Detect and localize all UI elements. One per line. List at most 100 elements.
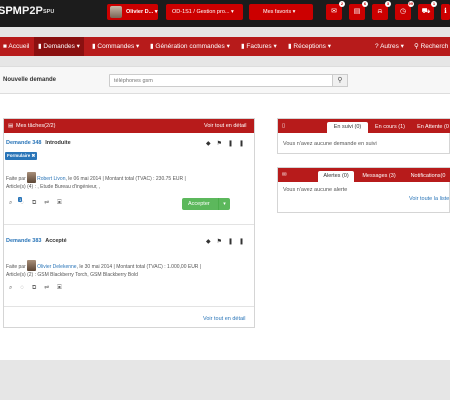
top-bar: SPM P2P SPU Olivier D... ▾ OD-1S1 / Gest… xyxy=(0,0,450,27)
flag-icon[interactable]: ⚑ xyxy=(217,141,228,147)
user-name: Olivier D... xyxy=(126,9,154,15)
document-icon: ▮ xyxy=(92,43,96,50)
divider xyxy=(4,306,254,307)
search-button[interactable]: ⚲ xyxy=(332,74,348,87)
notifications-badge: 3 xyxy=(385,1,391,7)
tasks-see-all-link[interactable]: Voir tout en détail xyxy=(204,123,247,129)
favorites-button[interactable]: Mes favoris ▾ xyxy=(249,4,313,20)
list-icon: ▤ xyxy=(353,8,361,15)
tasks-panel-header: ▤ Mes tâches(2/2) Voir tout en détail xyxy=(4,119,254,133)
org-selector-button[interactable]: OD-1S1 / Gestion pro... ▾ xyxy=(166,4,243,20)
history-button[interactable]: ◷ 99 xyxy=(395,1,414,20)
avatar xyxy=(110,6,122,18)
document-icon: ▮ xyxy=(38,43,42,50)
info-button[interactable]: ℹ xyxy=(441,4,450,20)
task-meta: , le 30 mai 2014 | Montant total (TVAC) … xyxy=(76,264,202,270)
task-articles: Article(s) (4) : , Etude Bureau d'ingéni… xyxy=(6,184,101,190)
transfer-icon[interactable]: ⇄ xyxy=(44,285,57,291)
search-icon: ⚲ xyxy=(337,77,343,84)
envelope-icon: ✉ xyxy=(282,172,287,178)
pause-icon[interactable]: ❚❚ xyxy=(228,239,250,245)
cart-icon: ⛟ xyxy=(421,8,431,15)
task-tools: ⌕◌⧉⇄▣ xyxy=(9,285,70,292)
nav-factures[interactable]: ▮ Factures ▾ xyxy=(241,37,277,56)
favorites-label: Mes favoris xyxy=(263,9,292,15)
form-tag[interactable]: Formulaire ✖ xyxy=(5,152,38,160)
author-link[interactable]: Robert Livon xyxy=(37,176,65,182)
tasks-panel: ▤ Mes tâches(2/2) Voir tout en détail xyxy=(3,118,255,328)
cart-button[interactable]: ⛟ 1 xyxy=(418,1,437,20)
transfer-icon[interactable]: ⇄ xyxy=(44,200,57,206)
search-icon: ⚲ xyxy=(414,43,419,50)
task-id-link[interactable]: Demande 348 xyxy=(6,140,41,146)
tab-en-suivi[interactable]: En suivi (0) xyxy=(327,122,368,133)
logo-spm[interactable]: SPM xyxy=(0,5,22,17)
document-icon: ▮ xyxy=(241,43,245,50)
tag-icon[interactable]: ◆ xyxy=(206,239,217,245)
accept-label: Accepter xyxy=(188,201,210,207)
comment-icon[interactable]: ◌ xyxy=(20,200,32,206)
copy-icon[interactable]: ⧉ xyxy=(32,285,44,291)
author-avatar xyxy=(27,172,37,183)
logo-subtitle: SPU xyxy=(43,9,55,15)
view-icon[interactable]: ▣ xyxy=(57,200,70,206)
tasks-panel-title: Mes tâches(2/2) xyxy=(16,123,56,129)
sub-bar: Nouvelle demande ⚲ xyxy=(0,66,450,94)
divider xyxy=(4,224,254,225)
task-meta: , le 06 mai 2014 | Montant total (TVAC) … xyxy=(65,176,186,182)
task-status: Introduite xyxy=(45,140,71,146)
followup-panel: ▯ En suivi (0) En cours (1) En Attente (… xyxy=(277,118,450,154)
followup-tabs: ▯ En suivi (0) En cours (1) En Attente (… xyxy=(278,119,450,133)
nav-receptions[interactable]: ▮ Réceptions ▾ xyxy=(288,37,331,56)
pause-icon[interactable]: ❚❚ xyxy=(228,141,250,147)
notifications-button[interactable]: ⍾ 3 xyxy=(372,1,391,20)
nav-generation[interactable]: ▮ Génération commandes ▾ xyxy=(150,37,230,56)
tab-en-attente[interactable]: En Attente (0 xyxy=(413,122,450,133)
task-actions: ◆⚑❚❚ xyxy=(206,238,250,245)
info-icon: ℹ xyxy=(444,8,447,15)
nav-demandes-label: Demandes xyxy=(43,43,75,50)
nav-generation-label: Génération commandes xyxy=(155,43,225,50)
tab-en-cours[interactable]: En cours (1) xyxy=(370,122,410,133)
cart-badge: 1 xyxy=(431,1,437,7)
search-input[interactable] xyxy=(109,74,333,87)
tab-alertes[interactable]: Alertes (0) xyxy=(318,171,354,182)
user-menu-button[interactable]: Olivier D... ▾ xyxy=(107,4,158,20)
nav-recherche[interactable]: ⚲ Recherch xyxy=(414,37,448,56)
nav-commandes[interactable]: ▮ Commandes ▾ xyxy=(92,37,139,56)
org-selector-label: OD-1S1 / Gestion pro... xyxy=(172,9,230,15)
view-icon[interactable]: ▣ xyxy=(57,285,70,291)
paperclip-icon[interactable]: ⌕ xyxy=(9,285,20,291)
new-request-link[interactable]: Nouvelle demande xyxy=(3,77,56,83)
file-icon: ▯ xyxy=(282,123,286,129)
tasks-badge: 6 xyxy=(362,1,368,7)
task-id-link[interactable]: Demande 383 xyxy=(6,238,41,244)
nav-demandes[interactable]: ▮ Demandes ▾ xyxy=(34,37,84,56)
author-link[interactable]: Olivier Delekenne xyxy=(37,264,76,270)
mail-button[interactable]: ✉ 2 xyxy=(326,1,345,20)
task-actions: ◆⚑❚❚ xyxy=(206,140,250,147)
followup-empty-text: Vous n'avez aucune demande en suivi xyxy=(283,141,377,147)
flag-icon[interactable]: ⚑ xyxy=(217,239,228,245)
comment-icon[interactable]: ◌ xyxy=(20,285,32,291)
document-icon: ▮ xyxy=(288,43,292,50)
copy-icon[interactable]: ⧉ xyxy=(32,200,44,206)
tab-notifications[interactable]: Notifications(0 xyxy=(404,171,450,182)
clock-icon: ◷ xyxy=(399,8,407,15)
help-icon: ? xyxy=(375,43,379,50)
nav-factures-label: Factures xyxy=(246,43,272,50)
alerts-see-all-link[interactable]: Voir toute la liste xyxy=(409,196,449,202)
home-icon: ■ xyxy=(3,43,7,50)
alerts-panel: ✉ Alertes (0) Messages (3) Notifications… xyxy=(277,167,450,213)
nav-autres[interactable]: ? Autres ▾ xyxy=(375,37,404,56)
tasks-button[interactable]: ▤ 6 xyxy=(349,1,368,20)
task-description: Faite par Olivier Delekenne, le 30 mai 2… xyxy=(6,260,246,279)
accept-button[interactable]: Accepter ▾ xyxy=(182,198,230,210)
tasks-see-all-bottom-link[interactable]: Voir tout en détail xyxy=(203,316,246,322)
tag-icon[interactable]: ◆ xyxy=(206,141,217,147)
logo-p2p[interactable]: P2P xyxy=(22,5,43,17)
chevron-down-icon[interactable]: ▾ xyxy=(218,198,230,210)
nav-accueil[interactable]: ■ Accueil xyxy=(3,37,29,56)
tab-messages[interactable]: Messages (3) xyxy=(358,171,400,182)
footer-area xyxy=(0,360,450,400)
